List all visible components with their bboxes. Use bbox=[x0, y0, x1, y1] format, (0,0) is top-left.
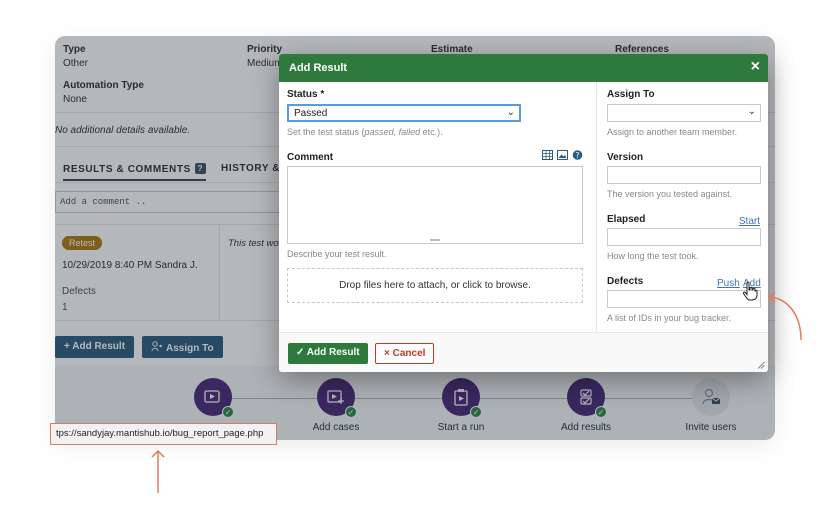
status-hint-suffix: etc.). bbox=[420, 127, 443, 137]
close-icon: × bbox=[384, 348, 393, 359]
add-result-submit-button[interactable]: ✓ Add Result bbox=[288, 343, 368, 364]
assign-to-select[interactable]: ⌄ bbox=[607, 104, 761, 122]
elapsed-start-link[interactable]: Start bbox=[739, 216, 760, 227]
table-icon[interactable] bbox=[542, 150, 553, 160]
add-result-dialog: Add Result × Status * Passed ⌄ Set the t… bbox=[279, 54, 768, 372]
defects-hint: A list of IDs in your bug tracker. bbox=[607, 313, 732, 323]
status-hint: Set the test status (passed, failed etc.… bbox=[287, 127, 443, 137]
hand-pointer-icon bbox=[742, 281, 758, 301]
status-hint-prefix: Set the test status ( bbox=[287, 127, 365, 137]
elapsed-hint: How long the test took. bbox=[607, 251, 699, 261]
help-icon[interactable]: ? bbox=[572, 150, 583, 160]
version-label: Version bbox=[607, 152, 644, 163]
status-select[interactable]: Passed ⌄ bbox=[287, 104, 521, 122]
resize-grip-icon[interactable] bbox=[430, 239, 440, 241]
dialog-left-column: Status * Passed ⌄ Set the test status (p… bbox=[287, 82, 585, 332]
dialog-body: Status * Passed ⌄ Set the test status (p… bbox=[279, 82, 768, 332]
comment-hint: Describe your test result. bbox=[287, 249, 387, 259]
close-icon[interactable]: × bbox=[751, 59, 760, 75]
dialog-right-column: Assign To ⌄ Assign to another team membe… bbox=[596, 82, 768, 332]
dialog-footer: ✓ Add Result × Cancel bbox=[279, 332, 768, 372]
defects-push-link[interactable]: Push bbox=[717, 278, 740, 289]
elapsed-input[interactable] bbox=[607, 228, 761, 246]
resize-handle-icon[interactable] bbox=[757, 361, 765, 369]
version-input[interactable] bbox=[607, 166, 761, 184]
defects-label: Defects bbox=[607, 276, 644, 287]
version-hint: The version you tested against. bbox=[607, 189, 733, 199]
comment-textarea[interactable] bbox=[287, 166, 583, 244]
callout-arrow-curved bbox=[767, 292, 802, 341]
cancel-button[interactable]: × Cancel bbox=[375, 343, 435, 364]
file-dropzone[interactable]: Drop files here to attach, or click to b… bbox=[287, 268, 583, 303]
dialog-header: Add Result × bbox=[279, 54, 768, 82]
status-label: Status * bbox=[287, 89, 325, 100]
callout-arrow-up bbox=[151, 449, 165, 493]
image-icon[interactable] bbox=[557, 150, 568, 160]
elapsed-label: Elapsed bbox=[607, 214, 646, 225]
assign-to-label: Assign To bbox=[607, 89, 655, 100]
cancel-label: Cancel bbox=[392, 348, 426, 359]
status-bar-url: tps://sandyjay.mantishub.io/bug_report_p… bbox=[50, 423, 277, 445]
chevron-down-icon: ⌄ bbox=[747, 106, 756, 117]
comment-label: Comment bbox=[287, 152, 334, 163]
dialog-title: Add Result bbox=[289, 62, 348, 74]
add-result-submit-label: Add Result bbox=[306, 347, 360, 358]
check-icon: ✓ bbox=[296, 347, 307, 358]
chevron-down-icon: ⌄ bbox=[506, 107, 515, 118]
assign-to-hint: Assign to another team member. bbox=[607, 127, 738, 137]
svg-text:?: ? bbox=[576, 151, 580, 160]
defects-input[interactable] bbox=[607, 290, 761, 308]
status-value: Passed bbox=[294, 108, 328, 119]
status-hint-emphasis: passed, failed bbox=[364, 127, 421, 137]
